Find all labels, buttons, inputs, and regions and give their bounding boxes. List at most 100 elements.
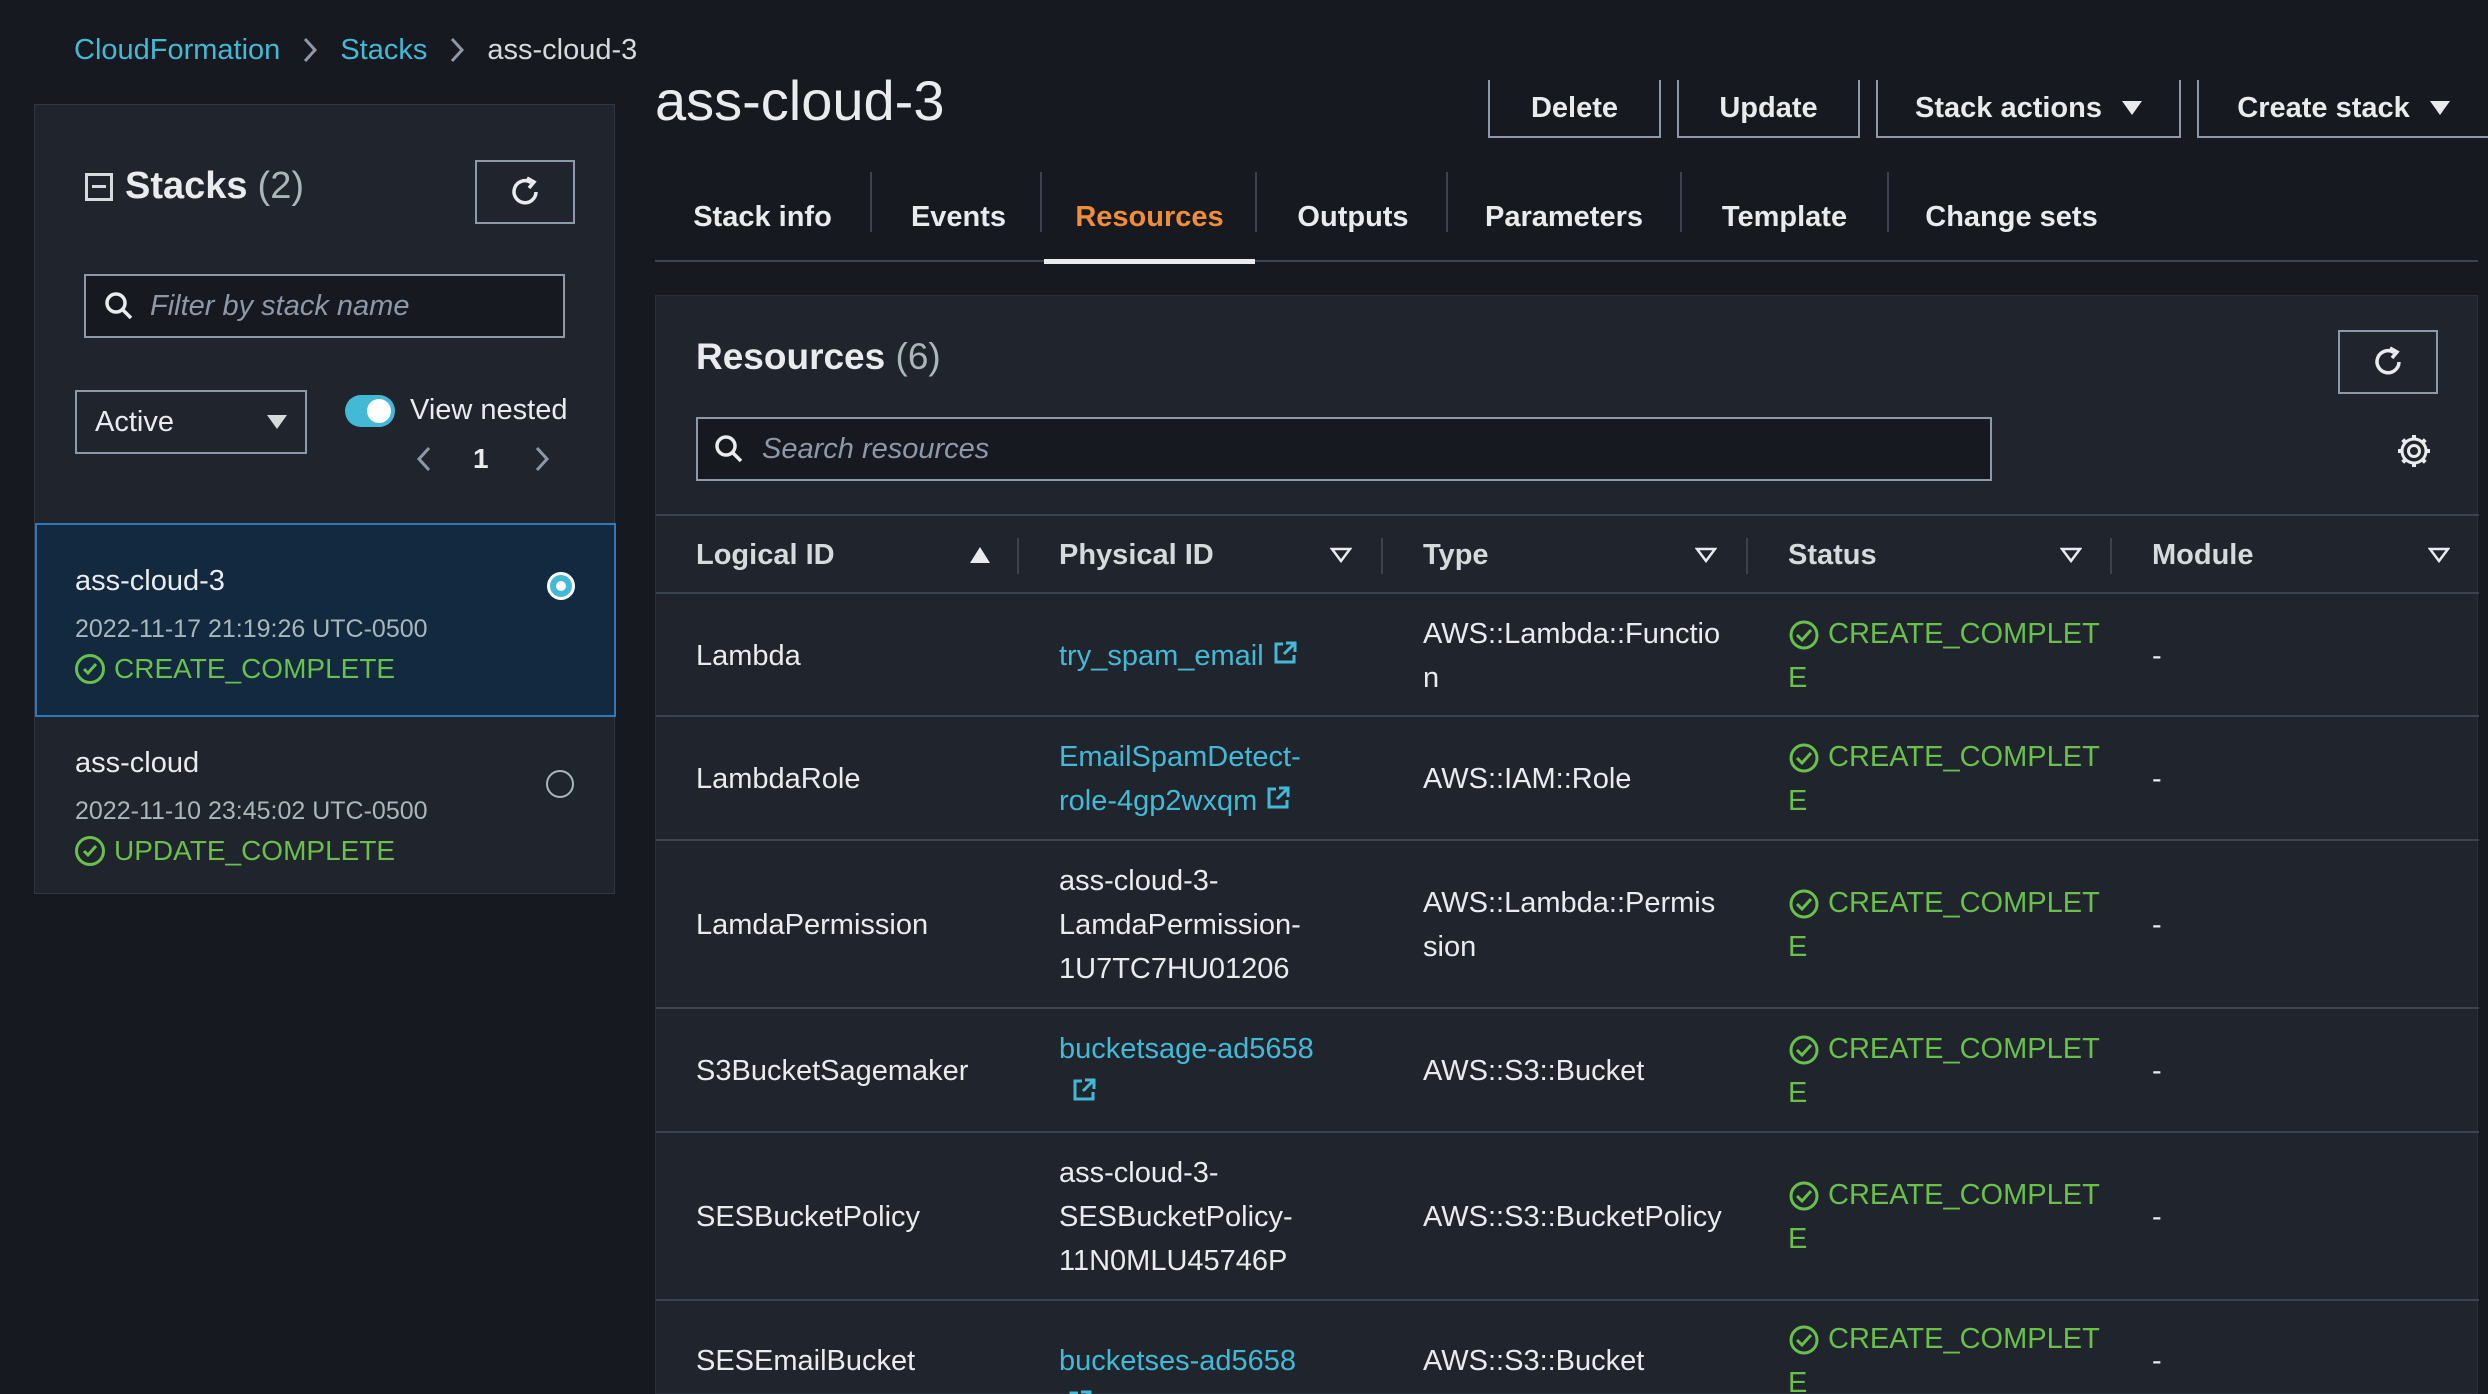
stack-item-ass-cloud-3[interactable]: ass-cloud-3 2022-11-17 21:19:26 UTC-0500…: [35, 523, 616, 717]
physical-id-link[interactable]: EmailSpamDetect-: [1059, 735, 1329, 779]
status-cell: CREATE_COMPLET E: [1788, 612, 2100, 700]
type-cell: AWS::S3::BucketPolicy: [1423, 1195, 1722, 1239]
logical-id-cell: SESEmailBucket: [696, 1345, 916, 1377]
tab-change-sets[interactable]: Change sets: [1889, 172, 2134, 262]
physical-id-cell[interactable]: bucketsage-ad5658: [1059, 1027, 1329, 1116]
check-circle-icon: [1788, 1033, 1828, 1065]
tab-resources-label: Resources: [1075, 200, 1224, 233]
pagination: 1: [415, 443, 551, 475]
sort-icon[interactable]: [1330, 547, 1352, 563]
stack-date: 2022-11-17 21:19:26 UTC-0500: [75, 615, 428, 643]
refresh-icon: [512, 176, 538, 205]
type-text: AWS::S3::Bucket: [1423, 1345, 1645, 1377]
status-text: E: [1788, 1367, 1808, 1394]
page-title: ass-cloud-3: [655, 69, 945, 132]
status-cell: CREATE_COMPLET E: [1788, 881, 2100, 969]
tab-outputs[interactable]: Outputs: [1257, 172, 1449, 262]
table-row: LambdaRole EmailSpamDetect-role-4gp2wxqm A…: [656, 717, 2479, 841]
physical-id-link[interactable]: role-4gp2wxqm: [1059, 779, 1329, 824]
sort-ascending-icon[interactable]: [970, 547, 990, 563]
physical-id-cell: ass-cloud-3- SESBucketPolicy- 11N0MLU45746…: [1059, 1151, 1329, 1283]
active-tab-indicator: [1044, 259, 1255, 264]
delete-button[interactable]: Delete: [1488, 80, 1661, 138]
external-link-icon[interactable]: [1067, 1384, 1093, 1394]
column-header-type[interactable]: Type: [1423, 516, 1489, 594]
check-circle-icon: [1788, 887, 1828, 919]
refresh-resources-button[interactable]: [2338, 330, 2438, 394]
physical-id-text: 11N0MLU45746P: [1059, 1245, 1288, 1277]
type-text: sion: [1423, 931, 1477, 963]
type-cell: AWS::Lambda::Functio n: [1423, 612, 1720, 700]
stack-radio-selected[interactable]: [547, 572, 575, 600]
preferences-gear-icon[interactable]: [2396, 433, 2432, 474]
chevron-left-icon[interactable]: [415, 445, 433, 473]
stack-name: ass-cloud: [75, 747, 200, 779]
status-cell: CREATE_COMPLET E: [1788, 735, 2100, 823]
tab-parameters[interactable]: Parameters: [1448, 172, 1680, 262]
status-line: CREATE_COMPLET: [1788, 612, 2100, 656]
stack-item-ass-cloud[interactable]: ass-cloud 2022-11-10 23:45:02 UTC-0500 U…: [35, 717, 616, 893]
breadcrumb: CloudFormation Stacks ass-cloud-3: [74, 30, 637, 70]
chevron-right-icon[interactable]: [533, 445, 551, 473]
module-cell: -: [2152, 763, 2162, 795]
collapse-icon[interactable]: [85, 172, 113, 201]
external-link-icon[interactable]: [1071, 1072, 1097, 1116]
type-text: AWS::Lambda::Permis: [1423, 887, 1716, 919]
column-header-physical-id[interactable]: Physical ID: [1059, 516, 1214, 594]
stack-status-text: UPDATE_COMPLETE: [114, 835, 396, 866]
tab-events[interactable]: Events: [872, 172, 1045, 262]
status-filter-select[interactable]: Active: [75, 390, 307, 454]
physical-id-cell[interactable]: bucketses-ad5658: [1059, 1339, 1329, 1394]
column-header-status[interactable]: Status: [1788, 516, 1877, 594]
physical-id-link[interactable]: bucketsage-ad5658: [1059, 1027, 1329, 1071]
tab-template[interactable]: Template: [1682, 172, 1887, 262]
refresh-stacks-button[interactable]: [475, 160, 575, 224]
resource-search-input[interactable]: [762, 432, 1990, 466]
status-line: CREATE_COMPLET: [1788, 1317, 2100, 1361]
physical-id-cell: ass-cloud-3- LamdaPermission- 1U7TC7HU0120…: [1059, 859, 1329, 991]
column-divider: [2110, 538, 2112, 574]
sort-icon[interactable]: [1695, 547, 1717, 563]
status-text: E: [1788, 931, 1808, 963]
status-line: CREATE_COMPLET: [1788, 735, 2100, 779]
stack-tabs: Stack info Events Resources Outputs Para…: [655, 172, 2478, 264]
resource-search-field[interactable]: [696, 417, 1992, 481]
stack-actions-button[interactable]: Stack actions: [1876, 80, 2181, 138]
tab-stack-info[interactable]: Stack info: [655, 172, 870, 262]
status-cell: CREATE_COMPLET E: [1788, 1027, 2100, 1115]
external-link-icon[interactable]: [1272, 635, 1298, 679]
external-link-icon[interactable]: [1265, 780, 1291, 824]
physical-id-link[interactable]: bucketses-ad5658: [1059, 1339, 1329, 1394]
type-text: AWS::S3::Bucket: [1423, 1055, 1645, 1087]
stack-actions-label: Stack actions: [1915, 91, 2102, 124]
sort-icon[interactable]: [2060, 547, 2082, 563]
type-text: n: [1423, 661, 1440, 694]
tab-resources[interactable]: Resources: [1044, 172, 1255, 264]
page-number[interactable]: 1: [473, 443, 489, 475]
stack-name: ass-cloud-3: [75, 565, 225, 597]
status-text: E: [1788, 785, 1808, 817]
view-nested-toggle[interactable]: [345, 395, 395, 427]
sort-icon[interactable]: [2428, 547, 2450, 563]
stack-status: CREATE_COMPLETE: [75, 653, 395, 685]
stack-filter-field[interactable]: [84, 274, 565, 338]
update-button[interactable]: Update: [1677, 80, 1860, 138]
table-row: S3BucketSagemaker bucketsage-ad5658 AWS::S…: [656, 1009, 2479, 1133]
logical-id-cell: SESBucketPolicy: [696, 1201, 921, 1233]
column-header-module[interactable]: Module: [2152, 516, 2254, 594]
stack-radio[interactable]: [546, 770, 574, 798]
table-row: SESBucketPolicy ass-cloud-3- SESBucketPoli…: [656, 1133, 2479, 1301]
physical-id-link[interactable]: try_spam_email: [1059, 634, 1329, 679]
status-cell: CREATE_COMPLET E: [1788, 1173, 2100, 1261]
type-text: AWS::S3::BucketPolicy: [1423, 1201, 1722, 1233]
physical-id-cell[interactable]: EmailSpamDetect-role-4gp2wxqm: [1059, 735, 1329, 824]
search-icon: [105, 292, 133, 320]
physical-id-cell[interactable]: try_spam_email: [1059, 634, 1329, 679]
breadcrumb-stacks-link[interactable]: Stacks: [340, 34, 427, 67]
create-stack-button[interactable]: Create stack: [2197, 80, 2488, 138]
logical-id-cell: Lambda: [696, 639, 801, 672]
stack-filter-input[interactable]: [150, 289, 563, 323]
column-header-logical-id[interactable]: Logical ID: [696, 516, 835, 594]
breadcrumb-cloudformation-link[interactable]: CloudFormation: [74, 34, 280, 67]
check-circle-icon: [75, 654, 105, 684]
